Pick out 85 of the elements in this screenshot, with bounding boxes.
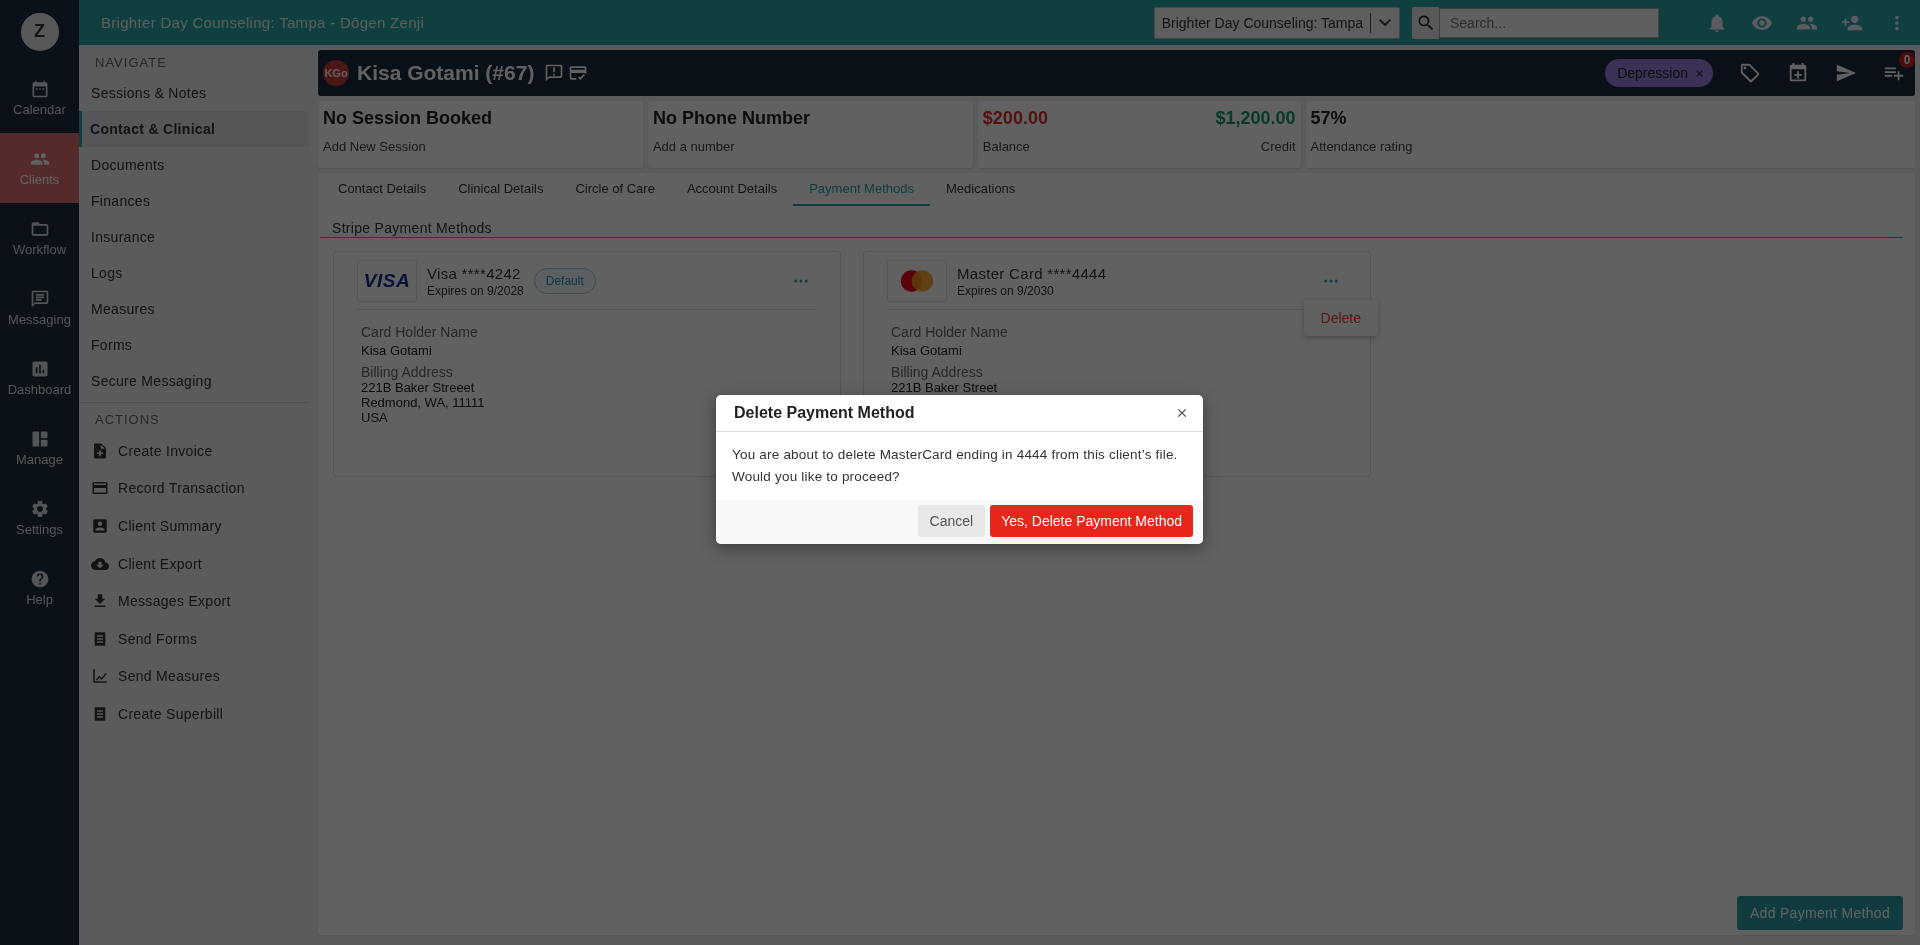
dialog-message: You are about to delete MasterCard ending in 4444 from this client’s file. Would you like to proceed? [731, 446, 1179, 486]
stat-value: 57% [1310, 108, 1348, 130]
nav-link[interactable]: Logs [79, 255, 309, 291]
tab[interactable]: Medications [930, 173, 1032, 206]
line-chart-icon [91, 667, 109, 686]
rail-item[interactable]: Help [0, 553, 79, 623]
address-line: Redmond, WA, 11111 [361, 395, 485, 410]
nav-link[interactable]: Secure Messaging [79, 363, 309, 399]
action-link[interactable]: Client Export [79, 544, 203, 583]
card-check-icon[interactable] [568, 63, 589, 83]
action-link[interactable]: Create Invoice [79, 432, 213, 470]
send-icon[interactable] [1835, 62, 1857, 84]
caret-icon [1379, 18, 1391, 27]
action-link[interactable]: Client Summary [79, 507, 222, 545]
app-logo[interactable]: Z [20, 12, 59, 51]
section-title: Stripe Payment Methods [320, 206, 1903, 238]
rail-item[interactable]: Dashboard [0, 343, 79, 413]
action-link[interactable]: Record Transaction [79, 469, 245, 508]
nav-link[interactable]: Documents [79, 147, 309, 183]
action-link[interactable]: Messages Export [79, 582, 231, 620]
tag-label: Depression [1617, 65, 1688, 81]
delete-menu-item[interactable]: Delete [1303, 305, 1378, 331]
field-label: Billing Address [361, 364, 453, 380]
person-icon [91, 517, 109, 535]
add-payment-method-button[interactable]: Add Payment Method [1736, 896, 1903, 930]
stat-label: Credit [1259, 139, 1296, 154]
nav-link[interactable]: Forms [79, 327, 309, 363]
calendar-plus-icon[interactable] [1787, 62, 1809, 84]
stat-label: Attendance rating [1310, 139, 1414, 154]
stat-value: No Phone Number [652, 108, 811, 130]
tab[interactable]: Clinical Details [442, 173, 560, 206]
tab[interactable]: Account Details [670, 173, 794, 206]
chat-icon [29, 289, 50, 309]
nav-link[interactable]: Insurance [79, 219, 309, 255]
folder-icon [29, 219, 50, 239]
stat-label: Add New Session [323, 139, 427, 154]
tab[interactable]: Circle of Care [559, 173, 671, 206]
card-expiry: Expires on 9/2030 [957, 283, 1055, 298]
tab[interactable]: Payment Methods [793, 173, 930, 206]
rail-item[interactable]: Calendar [0, 63, 79, 133]
address-line: 221B Baker Streeet [361, 380, 475, 395]
action-link[interactable]: Send Forms [79, 619, 198, 658]
field-label: Billing Address [891, 364, 983, 380]
card-brand-logo: VISA [357, 260, 417, 302]
action-link[interactable]: Send Measures [79, 657, 220, 696]
rail-item[interactable]: Workflow [0, 203, 79, 273]
client-name: Kisa Gotami (#67) [357, 61, 535, 85]
card-title: Visa ****4242 [427, 264, 522, 282]
rail-item[interactable]: Settings [0, 483, 79, 553]
address-line: USA [361, 410, 388, 425]
stat-label: Balance [982, 139, 1031, 154]
action-link[interactable]: Create Superbill [79, 695, 224, 733]
rail-item[interactable]: Manage [0, 413, 79, 483]
balance-value: $200.00 [982, 108, 1048, 130]
holder-name: Kisa Gotami [361, 343, 432, 358]
feedback-icon[interactable] [544, 63, 565, 83]
default-badge: Default [533, 268, 596, 294]
nav-link[interactable]: Contact & Clinical [79, 111, 309, 147]
search-button[interactable] [1412, 6, 1439, 39]
gear-icon [29, 499, 50, 519]
field-label: Card Holder Name [891, 324, 1008, 340]
confirm-delete-button[interactable]: Yes, Delete Payment Method [990, 505, 1193, 537]
notification-badge: 0 [1899, 52, 1915, 68]
rail-item[interactable]: Messaging [0, 273, 79, 343]
practice-select[interactable]: Brighter Day Counseling: Tampa [1153, 6, 1400, 39]
credit-value: $1,200.00 [1215, 108, 1296, 130]
tab[interactable]: Contact Details [322, 173, 443, 206]
nav-link[interactable]: Finances [79, 183, 309, 219]
nav-link[interactable]: Measures [79, 291, 309, 327]
avatar: KGo [323, 60, 349, 86]
field-label: Card Holder Name [361, 324, 478, 340]
holder-name: Kisa Gotami [891, 343, 962, 358]
practice-title: Brighter Day Counseling: Tampa - Dōgen Zenji [101, 14, 426, 31]
stat-value: No Session Booked [323, 108, 494, 130]
card-expiry: Expires on 9/2028 [427, 283, 524, 298]
tag-icon[interactable] [1739, 62, 1761, 84]
cancel-button[interactable]: Cancel [917, 505, 986, 537]
card-title: Master Card ****4444 [957, 264, 1107, 282]
help-icon [29, 569, 50, 589]
close-icon[interactable] [1175, 406, 1189, 420]
stat-label: Add a number [652, 139, 736, 154]
dialog-title: Delete Payment Method [734, 404, 915, 422]
nav-link[interactable]: Sessions & Notes [79, 75, 309, 111]
file-plus-icon [91, 441, 109, 460]
address-line: 221B Baker Street [891, 380, 998, 395]
